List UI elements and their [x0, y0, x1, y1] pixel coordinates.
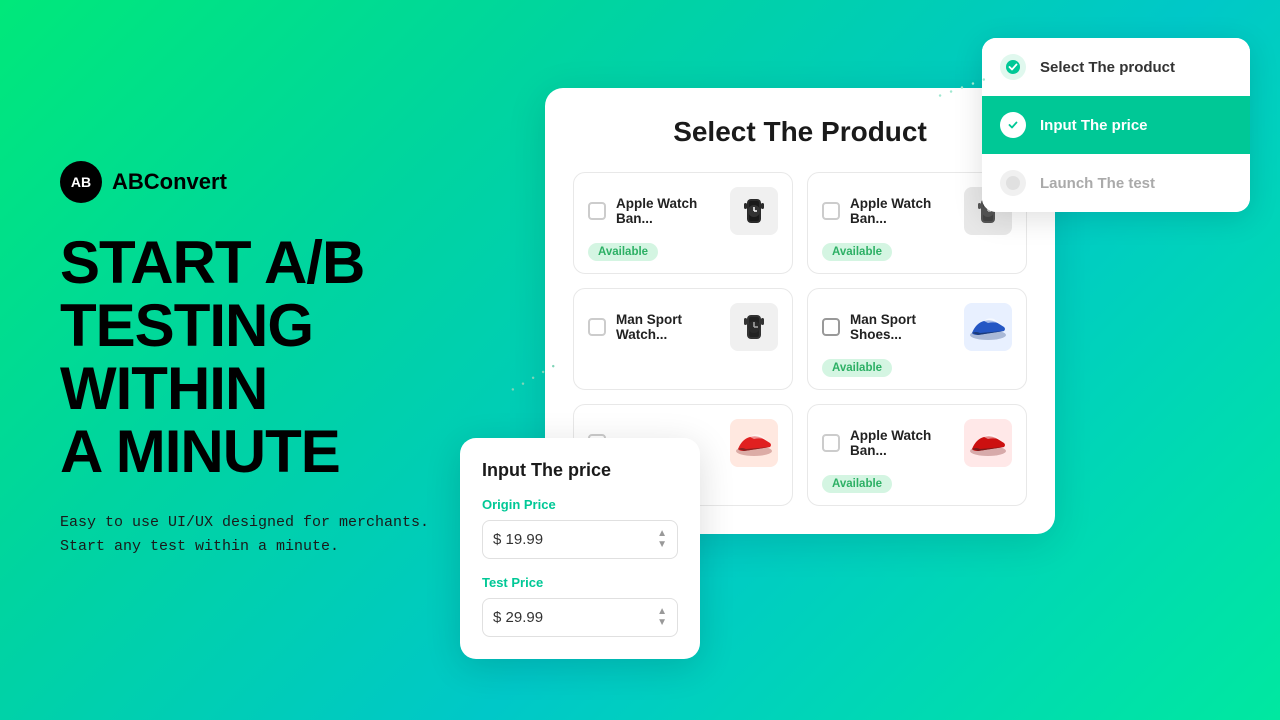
product-checkbox[interactable] [822, 434, 840, 452]
test-price-label: Test Price [482, 575, 678, 590]
product-checkbox[interactable] [588, 318, 606, 336]
product-name: Apple Watch Ban... [850, 428, 954, 458]
product-card[interactable]: Man Sport Watch... [573, 288, 793, 390]
available-badge: Available [822, 475, 892, 493]
logo: AB ABConvert [60, 161, 480, 203]
available-badge: Available [822, 359, 892, 377]
product-checkbox[interactable] [822, 202, 840, 220]
origin-price-label: Origin Price [482, 497, 678, 512]
left-section: AB ABConvert START A/BTESTINGWITHINA MIN… [60, 161, 480, 559]
product-image [730, 419, 778, 467]
step-label: Launch The test [1040, 175, 1155, 192]
available-badge: Available [822, 243, 892, 261]
product-checkbox[interactable] [588, 202, 606, 220]
step-pending-icon [1000, 170, 1026, 196]
step-item-select-product[interactable]: Select The product [982, 38, 1250, 96]
product-name: Man Sport Shoes... [850, 312, 954, 342]
test-price-input[interactable] [493, 609, 657, 626]
product-name: Man Sport Watch... [616, 312, 720, 342]
price-card-title: Input The price [482, 460, 678, 481]
step-item-input-price[interactable]: Input The price [982, 96, 1250, 154]
step-check-icon [1000, 54, 1026, 80]
step-label: Select The product [1040, 59, 1175, 76]
product-card[interactable]: Apple Watch Ban... Available [807, 404, 1027, 506]
product-image [964, 303, 1012, 351]
product-name: Apple Watch Ban... [616, 196, 720, 226]
product-checkbox[interactable] [822, 318, 840, 336]
price-card: Input The price Origin Price ▲ ▼ Test Pr… [460, 438, 700, 659]
available-badge: Available [588, 243, 658, 261]
product-image [730, 303, 778, 351]
step-active-icon [1000, 112, 1026, 138]
logo-text: ABConvert [112, 169, 227, 195]
logo-icon: AB [60, 161, 102, 203]
product-card[interactable]: Apple Watch Ban... Available [573, 172, 793, 274]
product-image [730, 187, 778, 235]
origin-price-stepper[interactable]: ▲ ▼ [657, 529, 667, 550]
steps-panel: Select The product Input The price Launc… [982, 38, 1250, 212]
step-item-launch-test[interactable]: Launch The test [982, 154, 1250, 212]
product-card[interactable]: Man Sport Shoes... Available [807, 288, 1027, 390]
origin-price-input[interactable] [493, 531, 657, 548]
test-price-stepper[interactable]: ▲ ▼ [657, 607, 667, 628]
headline: START A/BTESTINGWITHINA MINUTE [60, 231, 480, 483]
product-name: Apple Watch Ban... [850, 196, 954, 226]
panel-title: Select The Product [573, 116, 1027, 148]
step-label: Input The price [1040, 117, 1148, 134]
origin-price-input-row[interactable]: ▲ ▼ [482, 520, 678, 559]
product-image [964, 419, 1012, 467]
test-price-input-row[interactable]: ▲ ▼ [482, 598, 678, 637]
subtext: Easy to use UI/UX designed for merchants… [60, 511, 480, 559]
